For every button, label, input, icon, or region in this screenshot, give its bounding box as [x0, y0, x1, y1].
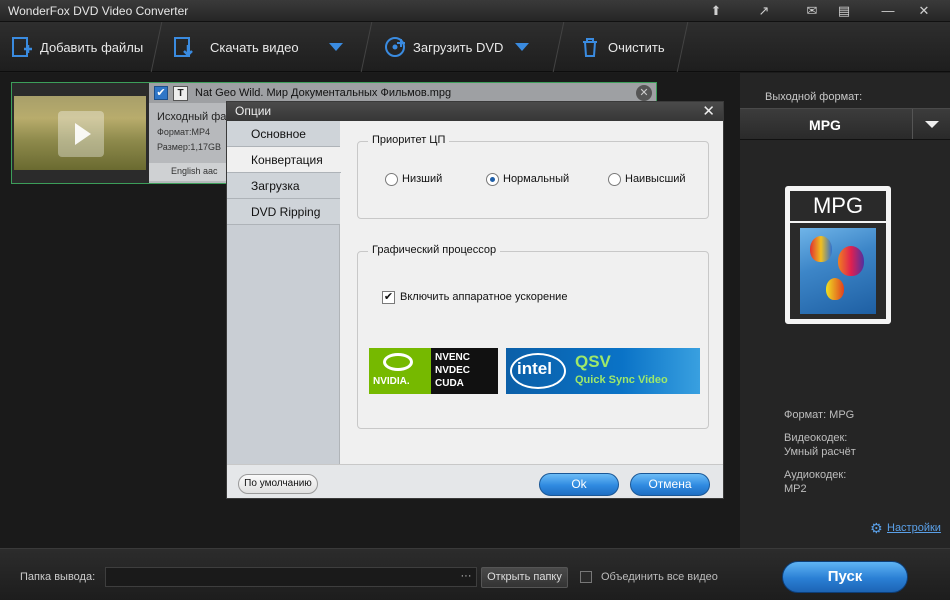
clear-button[interactable]: Очистить: [578, 30, 665, 64]
gpu-title: Графический процессор: [368, 244, 501, 256]
options-dialog: Опции ✕ Основное Конвертация Загрузка DV…: [226, 101, 724, 499]
output-format-selector[interactable]: MPG: [740, 108, 950, 140]
output-panel: Выходной формат: MPG MPG Формат: MPG Вид…: [740, 73, 950, 548]
ok-button[interactable]: Ok: [539, 473, 619, 496]
hw-accel-label: Включить аппаратное ускорение: [400, 291, 568, 303]
intel-brand: intel: [517, 359, 552, 378]
info-audio-codec-label: Аудиокодек:: [784, 469, 847, 481]
output-folder-label: Папка вывода:: [20, 571, 96, 583]
intel-qsv-logo: intel QSV Quick Sync Video: [506, 348, 700, 394]
info-video-codec-value: Умный расчёт: [784, 446, 856, 458]
gear-icon[interactable]: ⚙: [870, 520, 883, 537]
nav-item-general[interactable]: Основное: [227, 121, 340, 147]
info-video-codec-label: Видеокодек:: [784, 432, 848, 444]
dvd-icon: [385, 37, 405, 57]
merge-checkbox[interactable]: [580, 571, 592, 583]
close-icon[interactable]: ✕: [702, 102, 715, 120]
download-video-button[interactable]: Скачать видео: [172, 30, 343, 64]
chevron-down-icon[interactable]: [515, 43, 530, 51]
source-label: Исходный фай: [157, 111, 233, 123]
add-files-label: Добавить файлы: [40, 39, 144, 55]
title-bar: WonderFox DVD Video Converter ⬆ ↗ ✉ ▤ — …: [0, 0, 950, 22]
video-thumbnail[interactable]: [14, 96, 146, 170]
dialog-footer: По умолчанию Ok Отмена: [227, 464, 723, 498]
file-checkbox[interactable]: ✔: [154, 86, 168, 100]
options-nav: Основное Конвертация Загрузка DVD Rippin…: [227, 121, 341, 464]
chevron-down-icon[interactable]: [328, 43, 343, 51]
nvidia-logo: NVIDIA. NVENC NVDEC CUDA: [369, 348, 498, 394]
radio-lowest[interactable]: [385, 173, 398, 186]
radio-highest[interactable]: [608, 173, 621, 186]
load-dvd-button[interactable]: Загрузить DVD: [383, 30, 530, 64]
file-name: Nat Geo Wild. Мир Документальных Фильмов…: [195, 87, 452, 99]
hw-accel-checkbox[interactable]: ✔: [382, 291, 395, 304]
start-button[interactable]: Пуск: [782, 561, 908, 593]
cpu-priority-title: Приоритет ЦП: [368, 134, 450, 146]
format-icon-label: MPG: [790, 191, 886, 221]
play-icon[interactable]: [58, 111, 104, 157]
add-files-button[interactable]: Добавить файлы: [10, 30, 143, 64]
info-format: Формат: MPG: [784, 409, 855, 421]
radio-normal-label: Нормальный: [503, 173, 570, 185]
gpu-group: Графический процессор ✔ Включить аппарат…: [357, 244, 709, 429]
balloon-image: [800, 228, 876, 314]
audio-track-label: English aac: [171, 166, 218, 176]
download-video-label: Скачать видео: [210, 39, 299, 55]
info-audio-codec-value: MP2: [784, 483, 807, 495]
nav-item-dvd-ripping[interactable]: DVD Ripping: [227, 199, 340, 225]
bottom-bar: Папка вывода: ··· Открыть папку Объедини…: [0, 548, 950, 600]
dialog-title: Опции: [235, 104, 272, 118]
download-icon: [174, 37, 193, 57]
nvidia-brand: NVIDIA.: [373, 376, 410, 387]
radio-lowest-label: Низший: [402, 173, 443, 185]
toolbar: Добавить файлы Скачать видео Загрузить D…: [0, 22, 950, 72]
nav-item-conversion[interactable]: Конвертация: [227, 147, 341, 173]
dialog-title-bar: Опции ✕: [227, 102, 723, 121]
open-folder-button[interactable]: Открыть папку: [481, 567, 568, 588]
file-size: Размер:1,17GB: [157, 142, 221, 152]
remove-file-icon[interactable]: ✕: [636, 85, 652, 101]
file-format: Формат:MP4: [157, 127, 210, 137]
settings-link[interactable]: Настройки: [887, 522, 941, 534]
close-icon[interactable]: ✕: [910, 2, 938, 20]
cpu-priority-group: Приоритет ЦП Низший Нормальный Наивысший: [357, 134, 709, 219]
merge-label: Объединить все видео: [601, 571, 718, 583]
upload-icon[interactable]: ⬆: [702, 2, 730, 20]
format-preview-icon[interactable]: MPG: [785, 186, 891, 324]
add-file-icon: [12, 37, 32, 57]
output-folder-input[interactable]: [105, 567, 477, 587]
window-title: WonderFox DVD Video Converter: [8, 4, 189, 18]
nav-item-download[interactable]: Загрузка: [227, 173, 340, 199]
cancel-button[interactable]: Отмена: [630, 473, 710, 496]
default-button[interactable]: По умолчанию: [238, 474, 318, 494]
register-icon[interactable]: ▤: [830, 2, 858, 20]
output-format-value: MPG: [809, 117, 841, 133]
trash-icon: [583, 38, 597, 57]
text-icon[interactable]: T: [173, 86, 188, 101]
chevron-down-icon[interactable]: [912, 109, 950, 139]
radio-highest-label: Наивысший: [625, 173, 686, 185]
radio-normal[interactable]: [486, 173, 499, 186]
dialog-body: Приоритет ЦП Низший Нормальный Наивысший…: [341, 121, 723, 464]
feedback-icon[interactable]: ✉: [798, 2, 826, 20]
browse-button[interactable]: ···: [456, 567, 476, 587]
share-icon[interactable]: ↗: [750, 2, 778, 20]
clear-label: Очистить: [608, 39, 665, 55]
load-dvd-label: Загрузить DVD: [413, 39, 504, 55]
minimize-icon[interactable]: —: [874, 2, 902, 20]
output-format-label: Выходной формат:: [765, 91, 863, 103]
